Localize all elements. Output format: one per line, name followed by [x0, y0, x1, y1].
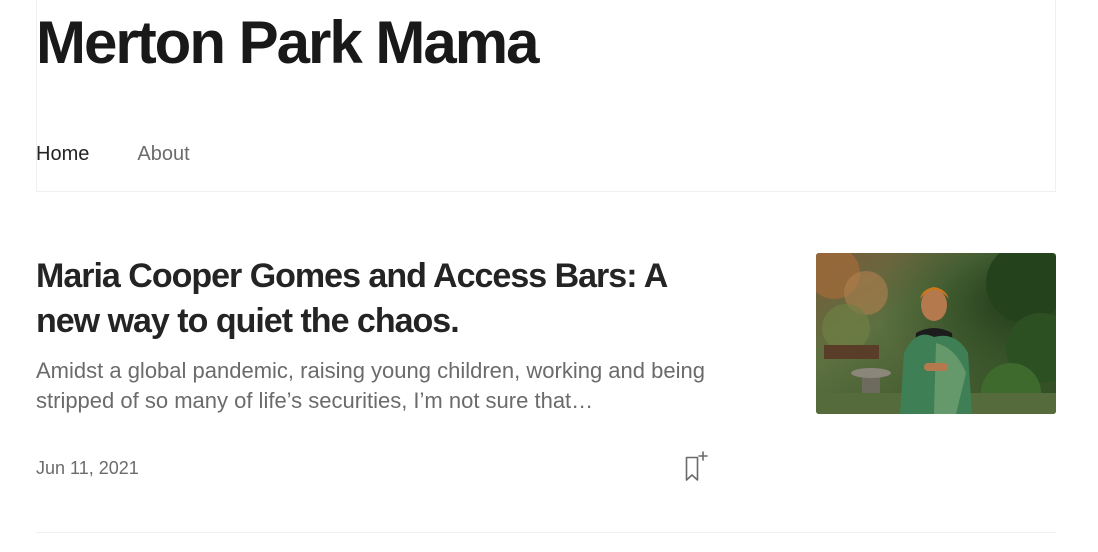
post-title[interactable]: Maria Cooper Gomes and Access Bars: A ne…	[36, 254, 736, 344]
nav-about[interactable]: About	[137, 140, 189, 168]
post-date: Jun 11, 2021	[36, 458, 139, 478]
bookmark-add-icon[interactable]	[682, 450, 712, 482]
post-divider	[36, 532, 1056, 533]
post-thumbnail-image	[816, 253, 1056, 414]
publication-title[interactable]: Merton Park Mama	[36, 4, 539, 82]
nav-home[interactable]: Home	[36, 140, 89, 168]
post-excerpt[interactable]: Amidst a global pandemic, raising young …	[36, 356, 726, 416]
post-thumbnail[interactable]	[816, 253, 1056, 414]
publication-nav: Home About	[36, 140, 190, 168]
